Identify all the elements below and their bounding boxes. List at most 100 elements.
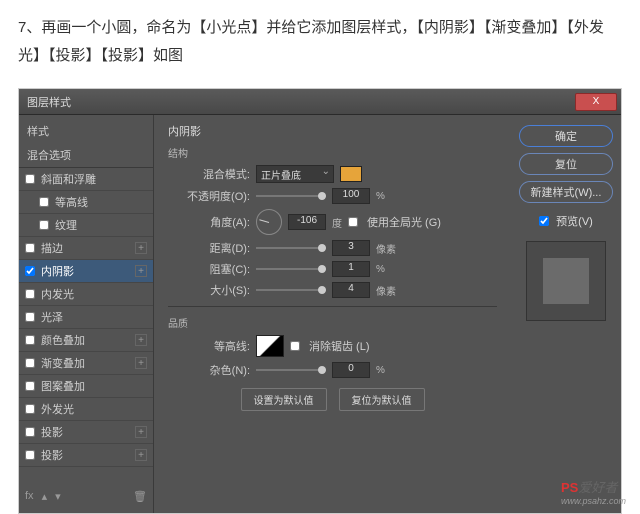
style-item-1[interactable]: 等高线 <box>19 191 153 214</box>
size-input[interactable]: 4 <box>332 282 370 298</box>
style-checkbox[interactable] <box>25 381 35 391</box>
style-checkbox[interactable] <box>25 450 35 460</box>
global-light-label: 使用全局光 (G) <box>367 214 441 230</box>
style-checkbox[interactable] <box>39 197 49 207</box>
color-swatch[interactable] <box>340 166 362 182</box>
add-effect-icon[interactable]: + <box>135 265 147 277</box>
preview-swatch <box>543 258 589 304</box>
style-checkbox[interactable] <box>25 289 35 299</box>
add-effect-icon[interactable]: + <box>135 426 147 438</box>
add-effect-icon[interactable]: + <box>135 357 147 369</box>
dialog-body: 样式 混合选项 斜面和浮雕等高线纹理描边+内阴影+内发光光泽颜色叠加+渐变叠加+… <box>19 115 621 513</box>
style-checkbox[interactable] <box>25 335 35 345</box>
opacity-label: 不透明度(O): <box>168 188 250 204</box>
preview-label: 预览(V) <box>556 213 593 229</box>
group-quality: 品质 <box>168 315 497 330</box>
style-item-10[interactable]: 外发光 <box>19 398 153 421</box>
instruction-text: 7、再画一个小圆，命名为【小光点】并给它添加图层样式，【内阴影】【渐变叠加】【外… <box>0 0 640 80</box>
preview-checkbox[interactable] <box>539 216 549 226</box>
style-item-9[interactable]: 图案叠加 <box>19 375 153 398</box>
contour-label: 等高线: <box>168 338 250 354</box>
style-item-11[interactable]: 投影+ <box>19 421 153 444</box>
choke-input[interactable]: 1 <box>332 261 370 277</box>
style-label: 图案叠加 <box>41 378 85 394</box>
noise-slider[interactable] <box>256 369 326 371</box>
style-label: 外发光 <box>41 401 74 417</box>
ok-button[interactable]: 确定 <box>519 125 613 147</box>
layer-style-dialog: 图层样式 X 样式 混合选项 斜面和浮雕等高线纹理描边+内阴影+内发光光泽颜色叠… <box>18 88 622 514</box>
style-item-4[interactable]: 内阴影 + <box>19 260 153 283</box>
style-item-7[interactable]: 颜色叠加+ <box>19 329 153 352</box>
trash-icon[interactable]: 🗑 <box>133 490 147 503</box>
new-style-button[interactable]: 新建样式(W)... <box>519 181 613 203</box>
degree-unit: 度 <box>332 215 342 230</box>
style-checkbox[interactable] <box>25 404 35 414</box>
divider <box>168 306 497 307</box>
section-title: 内阴影 <box>168 123 497 139</box>
style-label: 投影 <box>41 447 63 463</box>
style-item-2[interactable]: 纹理 <box>19 214 153 237</box>
add-effect-icon[interactable]: + <box>135 334 147 346</box>
blend-mode-select[interactable]: 正片叠底 <box>256 165 334 183</box>
style-checkbox[interactable] <box>25 358 35 368</box>
style-item-0[interactable]: 斜面和浮雕 <box>19 168 153 191</box>
styles-footer: fx ▴ ▾ 🗑 <box>19 484 153 509</box>
opacity-input[interactable]: 100 <box>332 188 370 204</box>
close-button[interactable]: X <box>575 93 617 111</box>
noise-input[interactable]: 0 <box>332 362 370 378</box>
distance-label: 距离(D): <box>168 240 250 256</box>
settings-panel: 内阴影 结构 混合模式: 正片叠底 不透明度(O): 100 % 角度(A): … <box>154 115 511 513</box>
blend-mode-label: 混合模式: <box>168 166 250 182</box>
opacity-slider[interactable] <box>256 195 326 197</box>
add-effect-icon[interactable]: + <box>135 449 147 461</box>
style-label: 斜面和浮雕 <box>41 171 96 187</box>
style-label: 渐变叠加 <box>41 355 85 371</box>
choke-label: 阻塞(C): <box>168 261 250 277</box>
cancel-button[interactable]: 复位 <box>519 153 613 175</box>
up-icon[interactable]: ▴ <box>42 490 48 503</box>
style-label: 内阴影 <box>41 263 74 279</box>
style-checkbox[interactable] <box>25 174 35 184</box>
antialias-checkbox[interactable] <box>290 341 300 351</box>
angle-input[interactable]: -106 <box>288 214 326 230</box>
style-checkbox[interactable] <box>25 427 35 437</box>
styles-list-panel: 样式 混合选项 斜面和浮雕等高线纹理描边+内阴影+内发光光泽颜色叠加+渐变叠加+… <box>19 115 154 513</box>
size-slider[interactable] <box>256 289 326 291</box>
style-label: 等高线 <box>55 194 88 210</box>
titlebar: 图层样式 X <box>19 89 621 115</box>
noise-label: 杂色(N): <box>168 362 250 378</box>
antialias-label: 消除锯齿 (L) <box>309 338 370 354</box>
style-item-3[interactable]: 描边 + <box>19 237 153 260</box>
distance-slider[interactable] <box>256 247 326 249</box>
reset-default-button[interactable]: 复位为默认值 <box>339 388 425 411</box>
size-label: 大小(S): <box>168 282 250 298</box>
angle-dial[interactable] <box>256 209 282 235</box>
add-effect-icon[interactable]: + <box>135 242 147 254</box>
fx-icon[interactable]: fx <box>25 490 34 503</box>
contour-picker[interactable] <box>256 335 284 357</box>
style-label: 内发光 <box>41 286 74 302</box>
watermark: PS爱好者 www.psahz.com <box>561 477 626 506</box>
choke-slider[interactable] <box>256 268 326 270</box>
style-item-5[interactable]: 内发光 <box>19 283 153 306</box>
distance-input[interactable]: 3 <box>332 240 370 256</box>
pct-unit: % <box>376 191 385 202</box>
angle-label: 角度(A): <box>168 214 250 230</box>
style-checkbox[interactable] <box>25 312 35 322</box>
style-label: 描边 <box>41 240 63 256</box>
style-item-6[interactable]: 光泽 <box>19 306 153 329</box>
blending-options[interactable]: 混合选项 <box>19 143 153 168</box>
dialog-title: 图层样式 <box>27 94 575 110</box>
px-unit: 像素 <box>376 241 396 256</box>
action-panel: 确定 复位 新建样式(W)... 预览(V) <box>511 115 621 513</box>
make-default-button[interactable]: 设置为默认值 <box>241 388 327 411</box>
global-light-checkbox[interactable] <box>348 217 358 227</box>
down-icon[interactable]: ▾ <box>55 490 61 503</box>
style-item-8[interactable]: 渐变叠加 + <box>19 352 153 375</box>
preview-box <box>526 241 606 321</box>
style-item-12[interactable]: 投影 + <box>19 444 153 467</box>
style-checkbox[interactable] <box>25 266 35 276</box>
style-checkbox[interactable] <box>39 220 49 230</box>
style-checkbox[interactable] <box>25 243 35 253</box>
style-label: 纹理 <box>55 217 77 233</box>
